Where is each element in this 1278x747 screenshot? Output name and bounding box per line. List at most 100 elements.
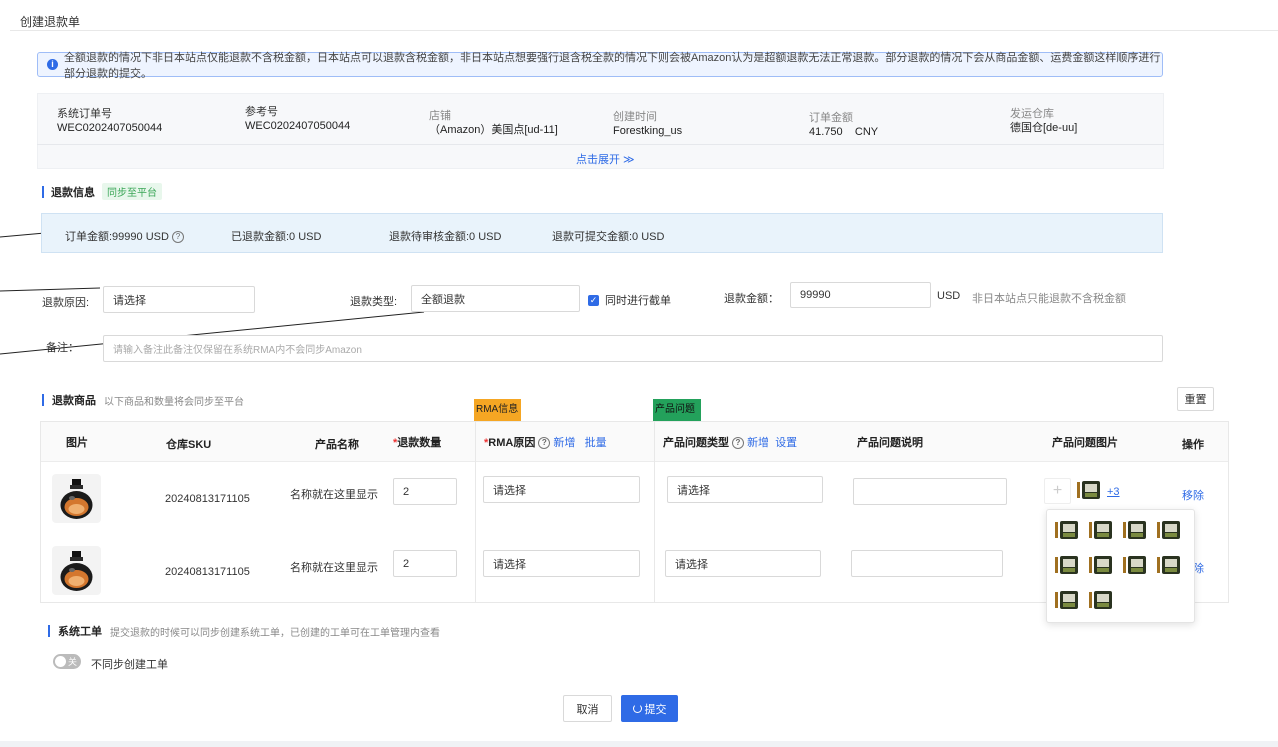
th-issue-type: 产品问题类型? 新增 设置 — [663, 437, 798, 450]
reset-button[interactable]: 重置 — [1177, 387, 1214, 411]
refunded-amount: 已退款金额:0 USD — [231, 231, 322, 243]
issue-image-icon[interactable] — [1123, 519, 1149, 541]
th-sku: 仓库SKU — [166, 439, 212, 451]
th-issue-desc: 产品问题说明 — [857, 437, 923, 449]
th-action: 操作 — [1182, 439, 1204, 451]
row1-issue-desc-input[interactable] — [853, 478, 1007, 505]
note-input[interactable]: 请输入备注此备注仅保留在系统RMA内不会同步Amazon — [103, 335, 1163, 362]
column-divider — [475, 422, 476, 602]
more-images-link[interactable]: +3 — [1107, 486, 1120, 498]
amount-input[interactable]: 99990 — [790, 282, 931, 308]
type-select[interactable]: 全额退款 — [411, 285, 580, 312]
issue-image-icon[interactable] — [1123, 554, 1149, 576]
notice-text: 全额退款的情况下非日本站点仅能退款不含税金额，日本站点可以退款含税金额，非日本站… — [64, 51, 1161, 80]
product-thumbnail — [52, 546, 101, 595]
help-icon[interactable]: ? — [171, 231, 184, 244]
issue-image-icon[interactable] — [1077, 480, 1101, 500]
issue-image-icon[interactable] — [1055, 554, 1081, 576]
ticket-title: 系统工单 — [58, 626, 102, 638]
th-rma-reason: *RMA原因? 新增 批量 — [484, 437, 607, 450]
issue-add-link[interactable]: 新增 — [747, 437, 769, 449]
loading-spinner-icon — [632, 704, 642, 713]
row2-qty-input[interactable]: 2 — [393, 550, 457, 577]
row2-rma-select[interactable]: 请选择 — [483, 550, 640, 577]
issue-image-icon[interactable] — [1157, 519, 1183, 541]
info-icon: i — [47, 59, 58, 70]
th-name: 产品名称 — [315, 439, 359, 451]
title-divider — [10, 30, 1278, 31]
section-marker — [42, 394, 44, 406]
products-title: 退款商品 — [52, 395, 96, 407]
row1-qty-input[interactable]: 2 — [393, 478, 457, 505]
shop: 店铺 （Amazon）美国点[ud-11] — [429, 110, 558, 136]
rma-add-link[interactable]: 新增 — [553, 437, 575, 449]
ticket-header: 系统工单 提交退款的时候可以同步创建系统工单，已创建的工单可在工单管理内查看 — [48, 623, 440, 639]
product-thumbnail — [52, 474, 101, 523]
issue-image-icon[interactable] — [1055, 519, 1081, 541]
sync-tag: 同步至平台 — [102, 183, 162, 200]
issue-image-icon[interactable] — [1089, 519, 1115, 541]
issue-image-icon[interactable] — [1089, 554, 1115, 576]
refund-info-header: 退款信息 同步至平台 — [42, 183, 162, 200]
ticket-toggle-label: 不同步创建工单 — [91, 659, 168, 671]
pending-amount: 退款待审核金额:0 USD — [389, 231, 502, 243]
row2-name: 名称就在这里显示 — [290, 562, 378, 574]
product-issue-tag: 产品问题 — [653, 399, 701, 421]
amount-label: 退款金额： — [724, 293, 779, 305]
amount-summary: 订单金额:99990 USD? 已退款金额:0 USD 退款待审核金额:0 US… — [41, 213, 1163, 253]
page-title: 创建退款单 — [20, 15, 81, 29]
row2-sku: 20240813171105 — [165, 566, 250, 578]
amount-hint: 非日本站点只能退款不含税金额 — [972, 293, 1126, 305]
row1-rma-select[interactable]: 请选择 — [483, 476, 640, 503]
th-issue-pic: 产品问题图片 — [1052, 437, 1118, 449]
rma-tag: RMA信息 — [474, 399, 521, 421]
th-qty: *退款数量 — [393, 437, 442, 449]
notice-banner: i 全额退款的情况下非日本站点仅能退款不含税金额，日本站点可以退款含税金额，非日… — [37, 52, 1163, 80]
help-icon[interactable]: ? — [732, 437, 744, 450]
ship-warehouse: 发运仓库 德国仓[de-uu] — [1010, 108, 1078, 134]
sys-order-no: 系统订单号 WEC0202407050044 — [57, 108, 163, 134]
row1-sku: 20240813171105 — [165, 493, 250, 505]
refund-info-title: 退款信息 — [51, 186, 95, 199]
submit-button[interactable]: 提交 — [621, 695, 678, 722]
created-time: 创建时间 Forestking_us — [613, 111, 683, 137]
issue-set-link[interactable]: 设置 — [775, 437, 797, 449]
row1-remove-link[interactable]: 移除 — [1182, 487, 1204, 503]
th-image: 图片 — [66, 437, 88, 449]
cancel-button[interactable]: 取消 — [563, 695, 612, 722]
ticket-hint: 提交退款的时候可以同步创建系统工单，已创建的工单可在工单管理内查看 — [110, 627, 440, 639]
row1-issue-type-select[interactable]: 请选择 — [667, 476, 823, 503]
expand-link[interactable]: 点击展开 ≫ — [576, 151, 635, 167]
issue-image-icon[interactable] — [1055, 589, 1081, 611]
order-divider — [37, 144, 1164, 145]
check-icon[interactable]: ✓ — [588, 294, 599, 306]
rma-batch-link[interactable]: 批量 — [585, 437, 607, 449]
toggle-knob — [55, 656, 66, 667]
section-marker — [42, 185, 44, 198]
row2-issue-desc-input[interactable] — [851, 550, 1003, 577]
perfume-bottle-icon — [60, 551, 93, 591]
note-label: 备注： — [46, 342, 79, 354]
section-marker — [48, 625, 50, 637]
row2-issue-type-select[interactable]: 请选择 — [665, 550, 821, 577]
reason-label: 退款原因: — [42, 297, 90, 309]
submittable-amount: 退款可提交金额:0 USD — [552, 231, 665, 243]
issue-image-icon[interactable] — [1089, 589, 1115, 611]
column-divider — [654, 422, 655, 602]
ticket-toggle[interactable]: 关 — [53, 654, 81, 669]
type-label: 退款类型: — [350, 296, 398, 308]
table-header-row — [41, 422, 1228, 462]
products-header: 退款商品 以下商品和数量将会同步至平台 — [42, 392, 244, 408]
intercept-checkbox-group[interactable]: ✓ 同时进行截单 — [588, 292, 671, 308]
bottom-band — [0, 741, 1278, 747]
help-icon[interactable]: ? — [538, 437, 551, 450]
order-amount-summary: 订单金额:99990 USD? — [65, 228, 184, 244]
order-amount: 订单金额 41.750 CNY — [809, 112, 879, 138]
perfume-bottle-icon — [60, 479, 93, 519]
row1-name: 名称就在这里显示 — [290, 489, 378, 501]
amount-currency: USD — [937, 290, 961, 302]
reason-select[interactable]: 请选择 — [103, 286, 255, 313]
reference-no: 参考号 WEC0202407050044 — [245, 106, 351, 132]
issue-image-icon[interactable] — [1157, 554, 1183, 576]
upload-plus-icon[interactable]: + — [1044, 478, 1071, 504]
